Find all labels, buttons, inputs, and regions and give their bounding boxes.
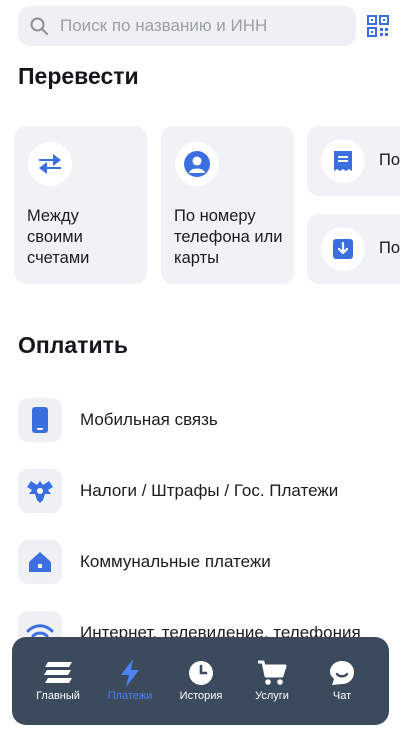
transfer-section-title: Перевести bbox=[18, 63, 139, 89]
transfer-by-phone-card[interactable]: По номеру телефона или карты bbox=[161, 126, 294, 284]
nav-label: Услуги bbox=[255, 690, 289, 702]
nav-icon bbox=[94, 657, 166, 689]
nav-item-main[interactable]: Главный bbox=[22, 637, 94, 725]
pay-item-mobile[interactable]: Мобильная связь bbox=[18, 398, 388, 444]
card-icon-circle bbox=[175, 142, 219, 186]
lightning-icon bbox=[121, 659, 139, 687]
nav-icon bbox=[236, 657, 308, 689]
card-label: Между своими счетами bbox=[27, 207, 90, 267]
pay-item-tile bbox=[18, 469, 62, 513]
nav-item-payments[interactable]: Платежи bbox=[94, 637, 166, 725]
nav-item-history[interactable]: История bbox=[165, 637, 237, 725]
card-label: По номеру телефона или карты bbox=[174, 207, 283, 267]
pay-item-label: Мобильная связь bbox=[80, 410, 218, 429]
search-box[interactable] bbox=[18, 6, 356, 46]
transfer-receive-card[interactable]: По bbox=[307, 214, 400, 284]
download-icon bbox=[333, 239, 353, 259]
cart-icon bbox=[258, 660, 287, 685]
search-input[interactable] bbox=[60, 6, 350, 46]
home-stack-icon bbox=[44, 662, 72, 683]
nav-icon bbox=[165, 657, 237, 689]
card-label: По bbox=[379, 151, 400, 169]
pay-section-title: Оплатить bbox=[18, 332, 128, 358]
arrows-exchange-icon bbox=[39, 154, 61, 174]
house-icon bbox=[29, 552, 51, 572]
pay-item-tile bbox=[18, 398, 62, 442]
nav-item-services[interactable]: Услуги bbox=[236, 637, 308, 725]
nav-icon bbox=[22, 657, 94, 689]
receipt-icon bbox=[334, 151, 352, 171]
search-icon bbox=[30, 17, 48, 35]
pay-item-utilities[interactable]: Коммунальные платежи bbox=[18, 540, 388, 586]
clock-icon bbox=[189, 661, 213, 685]
pay-item-tile bbox=[18, 540, 62, 584]
nav-label: История bbox=[179, 690, 223, 702]
pay-item-label: Налоги / Штрафы / Гос. Платежи bbox=[80, 481, 339, 500]
nav-label: Главный bbox=[36, 690, 80, 702]
card-icon-circle bbox=[321, 227, 365, 271]
qr-code-icon[interactable] bbox=[367, 15, 389, 37]
nav-icon bbox=[306, 657, 378, 689]
transfer-by-requisites-card[interactable]: По bbox=[307, 126, 400, 196]
pay-item-taxes[interactable]: Налоги / Штрафы / Гос. Платежи bbox=[18, 469, 388, 515]
bottom-nav: Главный Платежи История Услуги Чат bbox=[12, 637, 389, 725]
transfer-between-accounts-card[interactable]: Между своими счетами bbox=[14, 126, 147, 284]
card-icon-circle bbox=[321, 139, 365, 183]
eagle-emblem-icon bbox=[27, 481, 53, 503]
nav-label: Платежи bbox=[107, 690, 153, 702]
person-icon bbox=[184, 151, 210, 177]
pay-item-label: Коммунальные платежи bbox=[80, 552, 271, 571]
chat-icon bbox=[330, 661, 354, 685]
phone-icon bbox=[32, 407, 48, 433]
card-icon-circle bbox=[28, 142, 72, 186]
search-row bbox=[18, 6, 392, 46]
nav-label: Чат bbox=[332, 690, 352, 702]
nav-item-chat[interactable]: Чат bbox=[306, 637, 378, 725]
card-label: По bbox=[379, 239, 400, 257]
